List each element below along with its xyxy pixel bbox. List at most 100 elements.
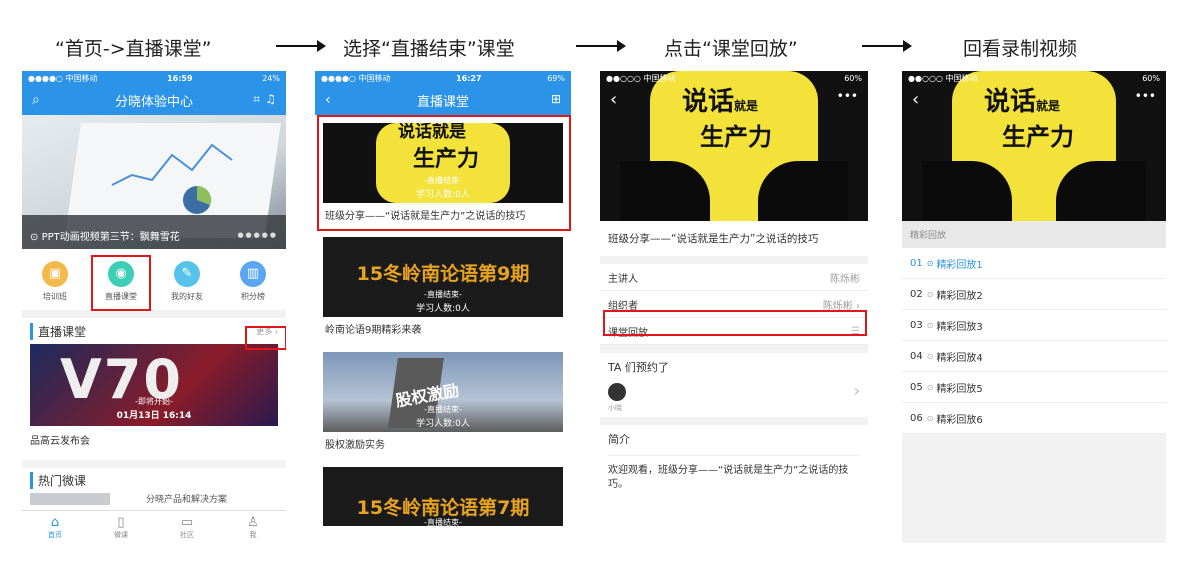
book-icon: ▯ xyxy=(117,515,125,530)
intro-section: 简介 欢迎观看，班级分享——“说话就是生产力”之说话的技巧。 xyxy=(600,417,868,498)
clock: 16:59 xyxy=(167,73,193,83)
poster-date: 01月13日 16:14 xyxy=(116,411,192,421)
chat-icon: ▭ xyxy=(180,515,194,530)
grid-item-training[interactable]: ▣ 培训班 xyxy=(30,261,80,302)
replay-item-6[interactable]: 06 ⊙ 精彩回放6 xyxy=(902,403,1166,434)
grid-label: 我的好友 xyxy=(171,292,203,301)
scan-icon[interactable]: ⌗ xyxy=(253,92,260,107)
avatar-name: 小晓 xyxy=(608,404,622,412)
banner-dots: ●●●●● xyxy=(237,231,278,239)
phone-replay: ●●○○○ 中国移动 60% ‹ ••• 说话就是 生产力 精彩回放 01 ⊙ 精彩… xyxy=(902,71,1166,543)
reserved-title: TA 们预约了 xyxy=(608,361,669,374)
step-title-2: 选择“直播结束”课堂 xyxy=(343,38,515,60)
hot-thumbnail xyxy=(30,492,110,505)
detail-poster[interactable]: ●●○○○ 中国移动 60% ‹ ••• 说话就是 生产力 xyxy=(600,71,868,221)
grid-label: 培训班 xyxy=(43,292,67,301)
tab-courses[interactable]: ▯ 微课 xyxy=(88,515,154,540)
play-icon: ⊙ xyxy=(926,382,934,392)
grid-item-ranking[interactable]: ▥ 积分榜 xyxy=(228,261,278,302)
back-icon[interactable]: ‹ xyxy=(610,89,617,110)
more-icon[interactable]: ••• xyxy=(1135,89,1156,103)
replay-item-3[interactable]: 03 ⊙ 精彩回放3 xyxy=(902,310,1166,341)
arrow-2 xyxy=(576,40,626,52)
card-status: -直播结束- xyxy=(424,290,462,299)
hot-item[interactable]: 分晓产品和解决方案 xyxy=(22,492,286,505)
back-icon[interactable]: ‹ xyxy=(912,89,919,110)
search-icon[interactable]: ⌕ xyxy=(32,92,40,108)
battery: 69% xyxy=(547,73,565,83)
chart-icon: ▥ xyxy=(240,261,266,287)
page-title: 直播课堂 xyxy=(416,94,469,110)
play-icon: ⊙ xyxy=(926,413,934,423)
poster-title-top: 说话就是 xyxy=(984,87,1061,117)
tab-me[interactable]: ♙ 我 xyxy=(220,515,286,540)
poster-title-top: 说话就是 xyxy=(682,87,759,117)
intro-title: 简介 xyxy=(608,431,860,456)
person-icon: ♙ xyxy=(247,515,259,530)
pencil-icon: ✎ xyxy=(174,261,200,287)
highlight-live-icon xyxy=(91,255,151,311)
phone-course-detail: ●●○○○ 中国移动 60% ‹ ••• 说话就是 生产力 班级分享——“说话就… xyxy=(600,71,868,526)
card-caption: 岭南论语9期精彩来袭 xyxy=(323,317,563,340)
battery: 60% xyxy=(1142,73,1160,83)
hot-title: 分晓产品和解决方案 xyxy=(146,495,228,505)
row-lecturer: 主讲人 陈烁彬 xyxy=(600,264,868,291)
highlight-replay-row xyxy=(603,310,867,336)
chevron-right-icon: › xyxy=(853,381,860,400)
phone-live-list: ●●●●○ 中国移动 16:27 69% ‹ 直播课堂 ⊞ 说话就是 生产力 -… xyxy=(315,71,571,526)
section-title-hot: 热门微课 xyxy=(30,471,86,489)
grid-label: 积分榜 xyxy=(241,292,265,301)
icon-grid: ▣ 培训班 ◉ 直播课堂 ✎ 我的好友 ▥ 积分榜 xyxy=(22,249,286,310)
live-card-3[interactable]: 股权激励 -直播结束- 学习人数:0人 股权激励实务 xyxy=(323,352,563,455)
grid-item-friends[interactable]: ✎ 我的好友 xyxy=(162,261,212,302)
replay-item-5[interactable]: 05 ⊙ 精彩回放5 xyxy=(902,372,1166,403)
add-video-icon[interactable]: ⊞ xyxy=(551,92,561,106)
poster-title: 15冬岭南论语第7期 xyxy=(356,497,530,519)
card-status: -直播结束- xyxy=(424,518,462,526)
status-bar: ●●●●○ 中国移动 16:27 69% xyxy=(315,71,571,85)
highlight-ended-card xyxy=(317,115,571,231)
tab-community[interactable]: ▭ 社区 xyxy=(154,515,220,540)
live-card-4[interactable]: 15冬岭南论语第7期 -直播结束- xyxy=(323,467,563,526)
play-icon: ⊙ xyxy=(30,232,39,243)
live-caption[interactable]: 品高云发布会 xyxy=(22,426,286,453)
arrow-3 xyxy=(862,40,912,52)
phone-home: ●●●●○ 中国移动 16:59 24% ⌕ 分晓体验中心 ⌗ ♫ ⊙ PPT动… xyxy=(22,71,286,544)
replay-section-title: 精彩回放 xyxy=(902,221,1166,248)
clock: 16:27 xyxy=(456,73,482,83)
banner-caption: ⊙ PPT动画视频第三节：飘舞雪花 xyxy=(30,232,180,243)
poster-status: -即将开始- xyxy=(135,397,173,406)
poster-title: 生产力 xyxy=(700,123,772,151)
back-icon[interactable]: ‹ xyxy=(325,92,331,108)
play-icon: ⊙ xyxy=(926,320,934,330)
board-icon: ▣ xyxy=(42,261,68,287)
step-title-3: 点击“课堂回放” xyxy=(664,38,798,60)
carrier: ●●○○○ 中国移动 xyxy=(606,73,676,83)
replay-poster[interactable]: ●●○○○ 中国移动 60% ‹ ••• 说话就是 生产力 xyxy=(902,71,1166,221)
battery: 24% xyxy=(262,73,280,83)
play-icon: ⊙ xyxy=(926,351,934,361)
status-bar: ●●●●○ 中国移动 16:59 24% xyxy=(22,71,286,85)
page-title: 分晓体验中心 xyxy=(114,94,193,110)
carrier: ●●●●○ 中国移动 xyxy=(28,73,98,83)
replay-item-2[interactable]: 02 ⊙ 精彩回放2 xyxy=(902,279,1166,310)
card-status: -直播结束- xyxy=(424,405,462,414)
intro-text: 欢迎观看，班级分享——“说话就是生产力”之说话的技巧。 xyxy=(608,465,849,490)
course-title: 班级分享——“说话就是生产力”之说话的技巧 xyxy=(600,221,868,264)
poster-title: 生产力 xyxy=(1002,123,1074,151)
card-count: 学习人数:0人 xyxy=(416,419,470,429)
more-icon[interactable]: ••• xyxy=(837,89,858,103)
reserved-section[interactable]: TA 们预约了 小晓 › xyxy=(600,345,868,417)
replay-list: 01 ⊙ 精彩回放1 02 ⊙ 精彩回放2 03 ⊙ 精彩回放3 04 ⊙ 精彩回放4 05 ⊙ 精… xyxy=(902,248,1166,434)
replay-item-1[interactable]: 01 ⊙ 精彩回放1 xyxy=(902,248,1166,279)
replay-item-4[interactable]: 04 ⊙ 精彩回放4 xyxy=(902,341,1166,372)
section-title-live: 直播课堂 xyxy=(30,322,86,340)
bell-icon[interactable]: ♫ xyxy=(265,92,276,106)
battery: 60% xyxy=(844,73,862,83)
card-caption: 股权激励实务 xyxy=(323,432,563,455)
live-poster[interactable]: V70 -即将开始- 01月13日 16:14 xyxy=(30,344,278,426)
play-icon: ⊙ xyxy=(926,258,934,268)
live-card-2[interactable]: 15冬岭南论语第9期 -直播结束- 学习人数:0人 岭南论语9期精彩来袭 xyxy=(323,237,563,340)
banner[interactable]: ⊙ PPT动画视频第三节：飘舞雪花 ●●●●● xyxy=(22,115,286,249)
tab-home[interactable]: ⌂ 首页 xyxy=(22,515,88,540)
